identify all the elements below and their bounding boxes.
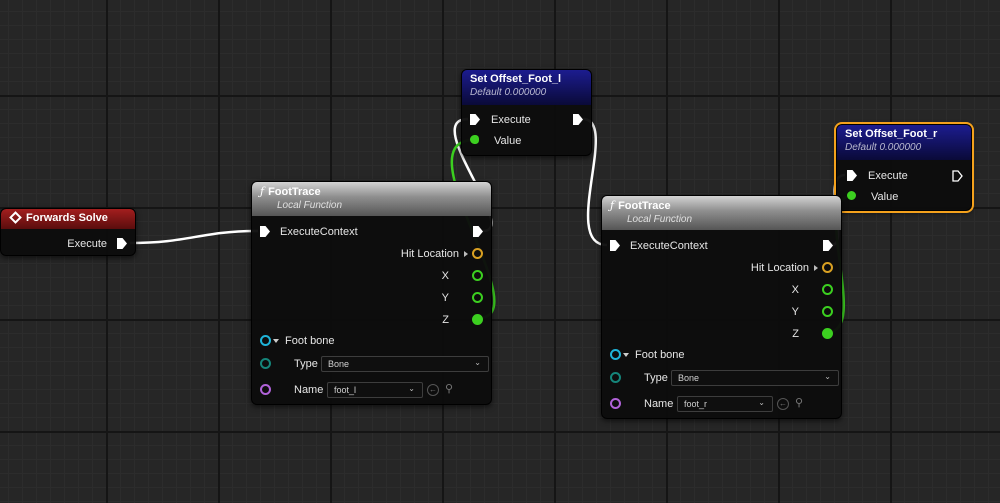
foot-trace-r-title: FootTrace [618,200,671,212]
default-value-label: Default 0.000000 [470,87,547,98]
type-dropdown-value: Bone [678,373,700,383]
set-offset-foot-r-title: Set Offset_Foot_r [845,128,938,140]
name-in-pin[interactable] [260,384,271,395]
set-offset-foot-l-title: Set Offset_Foot_l [470,73,562,85]
name-dropdown[interactable]: foot_l ⌄ [327,382,423,398]
value-label: Value [494,135,522,147]
execute-context-label: ExecuteContext [280,226,358,238]
use-selected-icon[interactable]: ← [777,398,789,410]
event-diamond-icon [9,211,22,224]
forwards-solve-title: Forwards Solve [26,212,108,224]
default-value-label: Default 0.000000 [845,142,922,153]
y-label: Y [791,306,799,318]
hit-location-label: Hit Location [400,248,459,260]
execute-label: Execute [67,238,107,250]
type-label: Type [294,358,318,370]
name-label: Name [294,384,324,396]
exec-in-pin[interactable] [470,114,480,125]
execute-context-label: ExecuteContext [630,240,708,252]
y-out-pin[interactable] [822,306,833,317]
x-label: X [441,270,449,282]
exec-out-pin[interactable] [473,226,483,237]
exec-wire [129,229,259,245]
forwards-solve-header[interactable]: Forwards Solve [1,209,135,229]
exec-out-pin[interactable] [117,238,127,249]
expand-arrow-icon[interactable] [623,353,629,357]
exec-in-pin[interactable] [847,170,857,181]
forwards-solve-node[interactable]: Forwards Solve Execute [0,208,136,256]
expand-arrow-icon[interactable] [464,251,468,257]
set-offset-foot-l-header[interactable]: Set Offset_Foot_l Default 0.000000 [462,70,591,105]
set-offset-foot-r-header[interactable]: Set Offset_Foot_r Default 0.000000 [837,125,971,160]
type-dropdown[interactable]: Bone ⌄ [671,370,839,386]
chevron-down-icon: ⌄ [474,358,481,367]
foot-bone-in-pin[interactable] [260,335,271,346]
use-selected-icon[interactable]: ← [427,384,439,396]
execute-label: Execute [491,114,531,126]
hit-location-out-pin[interactable] [822,262,833,273]
type-label: Type [644,372,668,384]
exec-out-pin[interactable] [952,170,963,182]
expand-arrow-icon[interactable] [273,339,279,343]
foot-bone-label: Foot bone [285,335,335,347]
hit-location-label: Hit Location [750,262,809,274]
foot-trace-l-title: FootTrace [268,186,321,198]
set-offset-foot-l-node[interactable]: Set Offset_Foot_l Default 0.000000 Execu… [461,69,592,156]
search-icon[interactable]: ⚲ [793,398,805,410]
type-in-pin[interactable] [260,358,271,369]
x-label: X [791,284,799,296]
function-icon: ƒ [610,199,615,212]
x-out-pin[interactable] [472,270,483,281]
foot-trace-l-subtitle: Local Function [277,200,343,211]
foot-trace-r-header[interactable]: ƒ FootTrace Local Function [602,196,841,230]
name-dropdown[interactable]: foot_r ⌄ [677,396,773,412]
execute-label: Execute [868,170,908,182]
chevron-down-icon: ⌄ [758,398,765,407]
y-out-pin[interactable] [472,292,483,303]
foot-trace-l-header[interactable]: ƒ FootTrace Local Function [252,182,491,216]
x-out-pin[interactable] [822,284,833,295]
name-label: Name [644,398,674,410]
z-label: Z [442,314,449,326]
foot-trace-l-node[interactable]: ƒ FootTrace Local Function ExecuteContext… [251,181,492,405]
exec-in-pin[interactable] [610,240,620,251]
function-icon: ƒ [260,185,265,198]
name-dropdown-value: foot_r [684,399,708,409]
y-label: Y [441,292,449,304]
value-in-pin[interactable] [847,191,856,200]
search-icon[interactable]: ⚲ [443,384,455,396]
expand-arrow-icon[interactable] [814,265,818,271]
z-out-pin[interactable] [822,328,833,339]
name-in-pin[interactable] [610,398,621,409]
type-dropdown[interactable]: Bone ⌄ [321,356,489,372]
z-out-pin[interactable] [472,314,483,325]
exec-out-pin[interactable] [573,114,583,125]
set-offset-foot-r-node[interactable]: Set Offset_Foot_r Default 0.000000 Execu… [834,122,974,213]
type-in-pin[interactable] [610,372,621,383]
chevron-down-icon: ⌄ [824,372,831,381]
exec-out-pin[interactable] [823,240,833,251]
type-dropdown-value: Bone [328,359,350,369]
value-in-pin[interactable] [470,135,479,144]
foot-bone-in-pin[interactable] [610,349,621,360]
foot-trace-r-node[interactable]: ƒ FootTrace Local Function ExecuteContext… [601,195,842,419]
value-label: Value [871,191,899,203]
chevron-down-icon: ⌄ [408,384,415,393]
name-dropdown-value: foot_l [334,385,357,395]
foot-trace-r-subtitle: Local Function [627,214,693,225]
z-label: Z [792,328,799,340]
exec-in-pin[interactable] [260,226,270,237]
hit-location-out-pin[interactable] [472,248,483,259]
foot-bone-label: Foot bone [635,349,685,361]
